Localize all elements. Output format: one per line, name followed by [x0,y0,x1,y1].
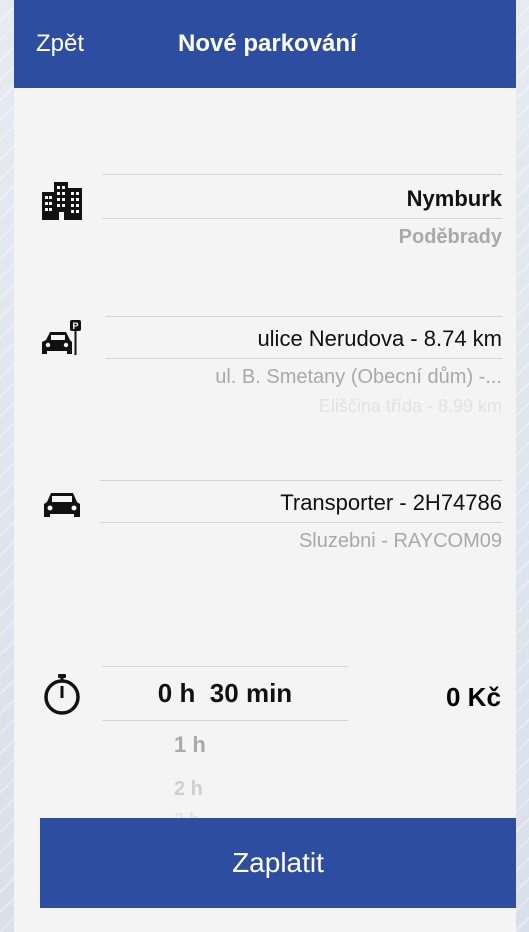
navigation-bar: Zpět Nové parkování [14,0,516,88]
stopwatch-icon [44,674,80,715]
duration-option[interactable]: 1 h [174,732,206,758]
app-screen: Zpět Nové parkování Nymburk Poděbrady P … [14,0,516,932]
back-button[interactable]: Zpět [36,30,84,58]
city-picker[interactable]: Nymburk Poděbrady [102,170,502,260]
duration-option[interactable]: 2 h [174,778,203,801]
zone-option[interactable]: ul. B. Smetany (Obecní dům) -... [106,366,502,389]
city-buildings-icon [42,182,82,220]
pay-button[interactable]: Zaplatit [40,818,516,908]
parking-car-icon: P [42,320,81,355]
vehicle-option[interactable]: Sluzebni - RAYCOM09 [100,530,502,553]
city-selected[interactable]: Nymburk [102,186,502,212]
zone-selected[interactable]: ulice Nerudova - 8.74 km [106,326,502,352]
price-value: 0 Kč [446,682,501,712]
page-title: Nové parkování [178,30,357,57]
svg-text:P: P [72,321,78,331]
city-option[interactable]: Poděbrady [102,226,502,249]
car-icon [44,493,80,517]
vehicle-selected[interactable]: Transporter - 2H74786 [100,490,502,516]
duration-option[interactable]: 3 h [174,810,200,818]
zone-option[interactable]: Eliščina třída - 8.99 km [106,396,502,417]
vehicle-picker[interactable]: Transporter - 2H74786 Sluzebni - RAYCOM0… [100,476,502,566]
duration-picker[interactable]: 0 h 30 min 1 h 2 h 3 h [102,662,348,818]
zone-picker[interactable]: ulice Nerudova - 8.74 km ul. B. Smetany … [106,312,502,422]
duration-selected[interactable]: 0 h 30 min [102,678,348,709]
